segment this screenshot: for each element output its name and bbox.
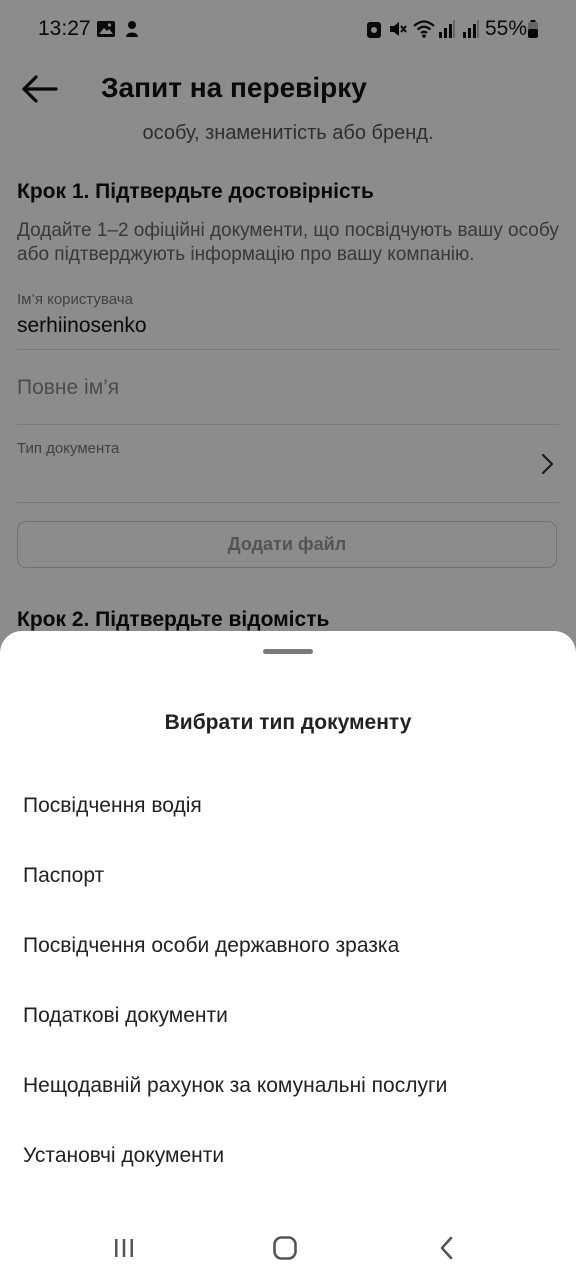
option-drivers-license[interactable]: Посвідчення водія: [0, 776, 576, 838]
option-founding-documents[interactable]: Установчі документи: [0, 1126, 576, 1188]
drag-handle[interactable]: [263, 649, 313, 654]
option-label: Податкові документи: [23, 1004, 228, 1027]
home-icon[interactable]: [263, 1232, 307, 1264]
option-national-id[interactable]: Посвідчення особи державного зразка: [0, 916, 576, 978]
recents-icon[interactable]: [102, 1232, 146, 1264]
option-tax-documents[interactable]: Податкові документи: [0, 986, 576, 1048]
navigation-bar: [0, 1218, 576, 1280]
option-passport[interactable]: Паспорт: [0, 846, 576, 908]
option-label: Посвідчення водія: [23, 794, 202, 817]
option-label: Паспорт: [23, 864, 105, 887]
screen: 13:27 55% Запит на перевірку особу, знам…: [0, 0, 576, 1280]
sheet-title: Вибрати тип документу: [164, 711, 412, 734]
option-label: Нещодавній рахунок за комунальні послуги: [23, 1074, 448, 1097]
back-icon[interactable]: [425, 1232, 469, 1264]
option-label: Посвідчення особи державного зразка: [23, 934, 400, 957]
option-label: Установчі документи: [23, 1144, 225, 1167]
option-utility-bill[interactable]: Нещодавній рахунок за комунальні послуги: [0, 1056, 576, 1118]
document-type-sheet: Вибрати тип документу Посвідчення водія …: [0, 631, 576, 1280]
